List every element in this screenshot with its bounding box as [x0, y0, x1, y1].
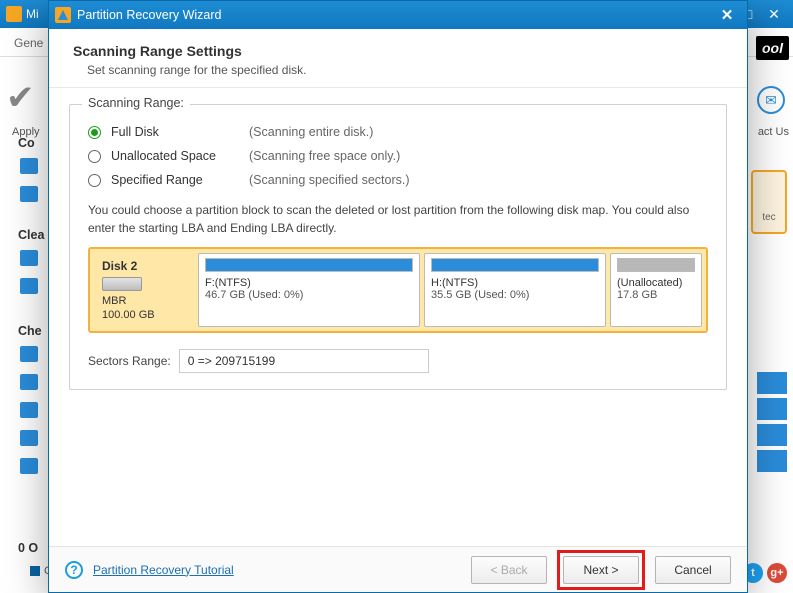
bg-icons-2 — [20, 250, 38, 294]
sectors-range-row: Sectors Range: — [88, 349, 708, 373]
bg-title: Mi — [26, 7, 39, 21]
partition-h[interactable]: H:(NTFS) 35.5 GB (Used: 0%) — [424, 253, 606, 327]
sectors-input[interactable] — [179, 349, 429, 373]
group-title: Scanning Range: — [82, 96, 190, 110]
bg-icons-3 — [20, 346, 38, 474]
partition-label: F:(NTFS) — [205, 277, 413, 289]
wizard-titlebar: Partition Recovery Wizard ✕ — [49, 1, 747, 29]
wizard-icon — [55, 7, 71, 23]
radio-specified[interactable]: Specified Range (Scanning specified sect… — [88, 173, 708, 187]
scanning-range-group: Scanning Range: Full Disk (Scanning enti… — [69, 104, 727, 390]
next-highlight: Next > — [557, 550, 645, 590]
bg-section-3: Che — [18, 324, 42, 338]
partition-sub: 35.5 GB (Used: 0%) — [431, 289, 599, 301]
radio-full-disk[interactable]: Full Disk (Scanning entire disk.) — [88, 125, 708, 139]
help-icon[interactable]: ? — [65, 561, 83, 579]
disk-type: MBR — [102, 295, 186, 307]
wizard-heading: Scanning Range Settings — [73, 43, 723, 59]
wizard-body: Scanning Range: Full Disk (Scanning enti… — [49, 88, 747, 546]
apply-check-icon: ✔ — [6, 78, 35, 118]
radio-desc: (Scanning free space only.) — [249, 149, 400, 163]
radio-label: Full Disk — [111, 125, 239, 139]
gplus-icon[interactable]: g+ — [767, 563, 787, 583]
wizard-header: Scanning Range Settings Set scanning ran… — [49, 29, 747, 88]
disk-name: Disk 2 — [102, 259, 186, 273]
radio-icon[interactable] — [88, 126, 101, 139]
bg-section-2: Clea — [18, 228, 44, 242]
wizard-footer: ? Partition Recovery Tutorial < Back Nex… — [49, 546, 747, 592]
bg-close-button[interactable]: ✕ — [761, 6, 787, 23]
disk-map: Disk 2 MBR 100.00 GB F:(NTFS) 46.7 GB (U… — [88, 247, 708, 333]
disk-icon — [102, 277, 142, 291]
bg-contact-fragment: act Us — [758, 126, 789, 138]
partition-unallocated[interactable]: (Unallocated) 17.8 GB — [610, 253, 702, 327]
disk-map-hint: You could choose a partition block to sc… — [88, 201, 708, 237]
wizard-subheading: Set scanning range for the specified dis… — [87, 63, 723, 77]
partition-label: H:(NTFS) — [431, 277, 599, 289]
app-icon — [6, 6, 22, 22]
back-button[interactable]: < Back — [471, 556, 547, 584]
radio-icon[interactable] — [88, 174, 101, 187]
bg-icons-1 — [20, 158, 38, 202]
radio-label: Unallocated Space — [111, 149, 239, 163]
disk-info: Disk 2 MBR 100.00 GB — [94, 253, 194, 327]
tutorial-link[interactable]: Partition Recovery Tutorial — [93, 563, 234, 577]
mail-icon[interactable]: ✉ — [757, 86, 785, 114]
partition-label: (Unallocated) — [617, 277, 695, 289]
radio-label: Specified Range — [111, 173, 239, 187]
next-button[interactable]: Next > — [563, 556, 639, 584]
bg-right-panel: ool ✉ act Us tec f t g+ — [745, 28, 793, 593]
bg-footer-text: 0 O — [18, 541, 38, 555]
radio-desc: (Scanning entire disk.) — [249, 125, 373, 139]
wizard-close-button[interactable]: ✕ — [713, 6, 741, 24]
partition-recovery-wizard: Partition Recovery Wizard ✕ Scanning Ran… — [48, 0, 748, 593]
partition-f[interactable]: F:(NTFS) 46.7 GB (Used: 0%) — [198, 253, 420, 327]
bg-right-bars — [757, 372, 787, 472]
wizard-title: Partition Recovery Wizard — [77, 8, 222, 22]
radio-unallocated[interactable]: Unallocated Space (Scanning free space o… — [88, 149, 708, 163]
radio-icon[interactable] — [88, 150, 101, 163]
bg-right-card[interactable]: tec — [751, 170, 787, 234]
bg-section-1: Co — [18, 136, 35, 150]
partition-sub: 17.8 GB — [617, 289, 695, 301]
bg-logo-fragment: ool — [756, 36, 789, 60]
disk-size: 100.00 GB — [102, 309, 186, 321]
cancel-button[interactable]: Cancel — [655, 556, 731, 584]
radio-desc: (Scanning specified sectors.) — [249, 173, 410, 187]
sectors-label: Sectors Range: — [88, 354, 171, 368]
partition-sub: 46.7 GB (Used: 0%) — [205, 289, 413, 301]
